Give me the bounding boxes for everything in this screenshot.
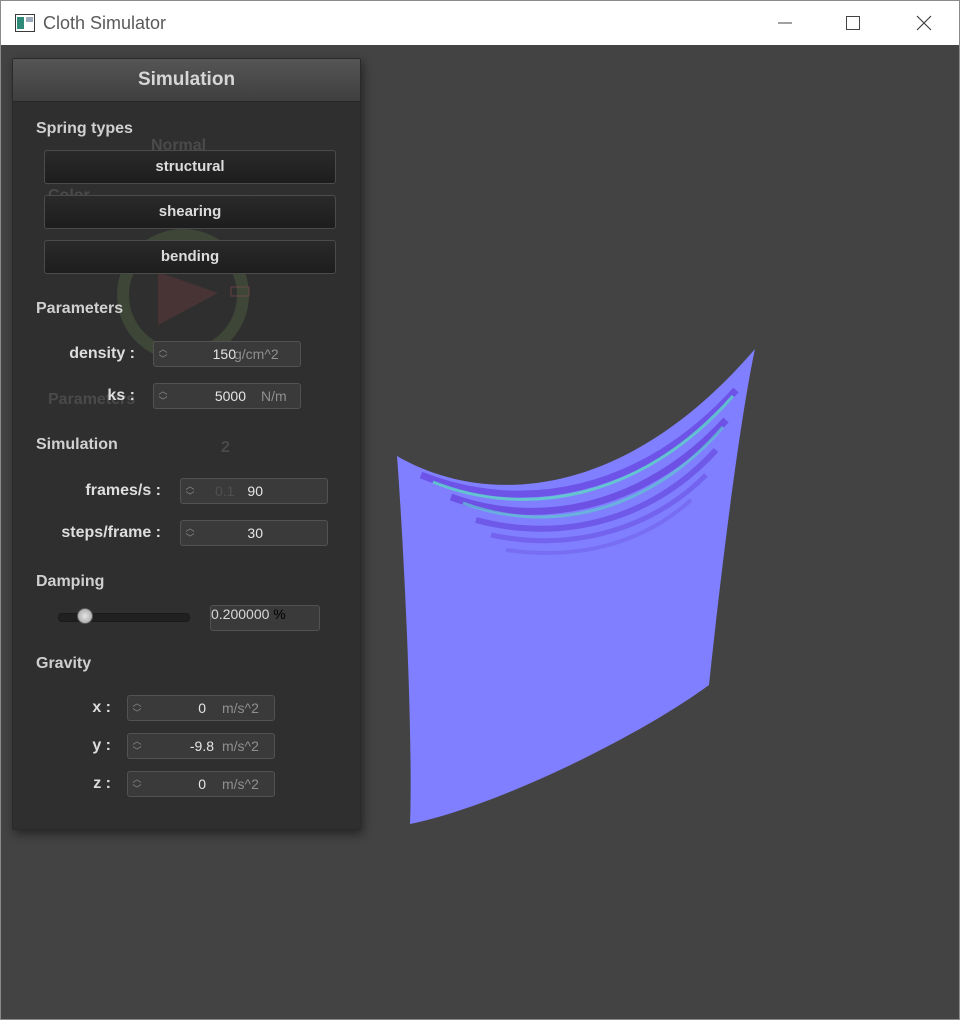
maximize-icon	[846, 16, 860, 30]
simulation-heading: Simulation	[36, 436, 118, 453]
ks-spinbox[interactable]: ︿ ﹀ 5000 N/m	[153, 383, 301, 409]
gravity-y-unit: m/s^2	[222, 738, 259, 754]
ks-label: ks :	[107, 387, 135, 404]
spin-arrows-icon[interactable]: ︿ ﹀	[131, 774, 143, 794]
panel-title[interactable]: Simulation	[13, 59, 360, 102]
gravity-z-label: z :	[93, 775, 111, 792]
gravity-z-spinbox[interactable]: ︿ ﹀ 0 m/s^2	[127, 771, 275, 797]
gravity-x-label: x :	[92, 699, 111, 716]
spring-types-heading: Spring types	[36, 120, 133, 137]
damping-unit: %	[273, 606, 286, 622]
gravity-y-value[interactable]: -9.8	[148, 738, 214, 754]
steps-value[interactable]: 30	[201, 525, 263, 541]
shearing-button[interactable]: shearing	[44, 195, 336, 229]
close-icon	[916, 15, 932, 31]
spin-arrows-icon[interactable]: ︿ ﹀	[184, 523, 196, 543]
window-title: Cloth Simulator	[43, 13, 167, 33]
spin-arrows-icon[interactable]: ︿ ﹀	[157, 386, 169, 406]
ks-value[interactable]: 5000	[174, 388, 246, 404]
spin-arrows-icon[interactable]: ︿ ﹀	[184, 481, 196, 501]
simulation-panel: Simulation Normal Color Parameters 2 Spr…	[12, 58, 361, 830]
density-label: density :	[69, 345, 135, 362]
gravity-y-spinbox[interactable]: ︿ ﹀ -9.8 m/s^2	[127, 733, 275, 759]
gravity-x-value[interactable]: 0	[148, 700, 206, 716]
density-spinbox[interactable]: ︿ ﹀ 150 g/cm^2	[153, 341, 301, 367]
density-unit: g/cm^2	[234, 346, 279, 362]
fps-value[interactable]: 90	[201, 483, 263, 499]
title-bar: Cloth Simulator	[1, 1, 959, 45]
spin-arrows-icon[interactable]: ︿ ﹀	[131, 698, 143, 718]
spin-arrows-icon[interactable]: ︿ ﹀	[157, 344, 169, 364]
gravity-heading: Gravity	[36, 655, 92, 672]
gravity-y-label: y :	[92, 737, 111, 754]
bending-button[interactable]: bending	[44, 240, 336, 274]
damping-slider-handle[interactable]	[77, 608, 93, 624]
ghost-spin-value: 2	[221, 439, 230, 456]
damping-value-box[interactable]: 0.200000 %	[210, 605, 320, 631]
parameters-heading: Parameters	[36, 300, 124, 317]
minimize-icon	[778, 22, 792, 24]
close-button[interactable]	[901, 1, 947, 45]
gravity-z-value[interactable]: 0	[148, 776, 206, 792]
fps-spinbox[interactable]: ︿ ﹀ 0.1 90	[180, 478, 328, 504]
damping-value[interactable]: 0.200000	[211, 606, 269, 622]
ks-unit: N/m	[261, 388, 287, 404]
app-icon	[15, 14, 35, 32]
gravity-x-spinbox[interactable]: ︿ ﹀ 0 m/s^2	[127, 695, 275, 721]
minimize-button[interactable]	[762, 1, 808, 45]
structural-button[interactable]: structural	[44, 150, 336, 184]
density-value[interactable]: 150	[174, 346, 236, 362]
app-window: Cloth Simulator Simulation Normal Parame…	[0, 0, 960, 1020]
gravity-z-unit: m/s^2	[222, 776, 259, 792]
steps-label: steps/frame :	[61, 524, 161, 541]
gravity-x-unit: m/s^2	[222, 700, 259, 716]
steps-spinbox[interactable]: ︿ ﹀ 30	[180, 520, 328, 546]
spin-arrows-icon[interactable]: ︿ ﹀	[131, 736, 143, 756]
damping-heading: Damping	[36, 573, 105, 590]
fps-label: frames/s :	[85, 482, 161, 499]
maximize-button[interactable]	[830, 1, 876, 45]
